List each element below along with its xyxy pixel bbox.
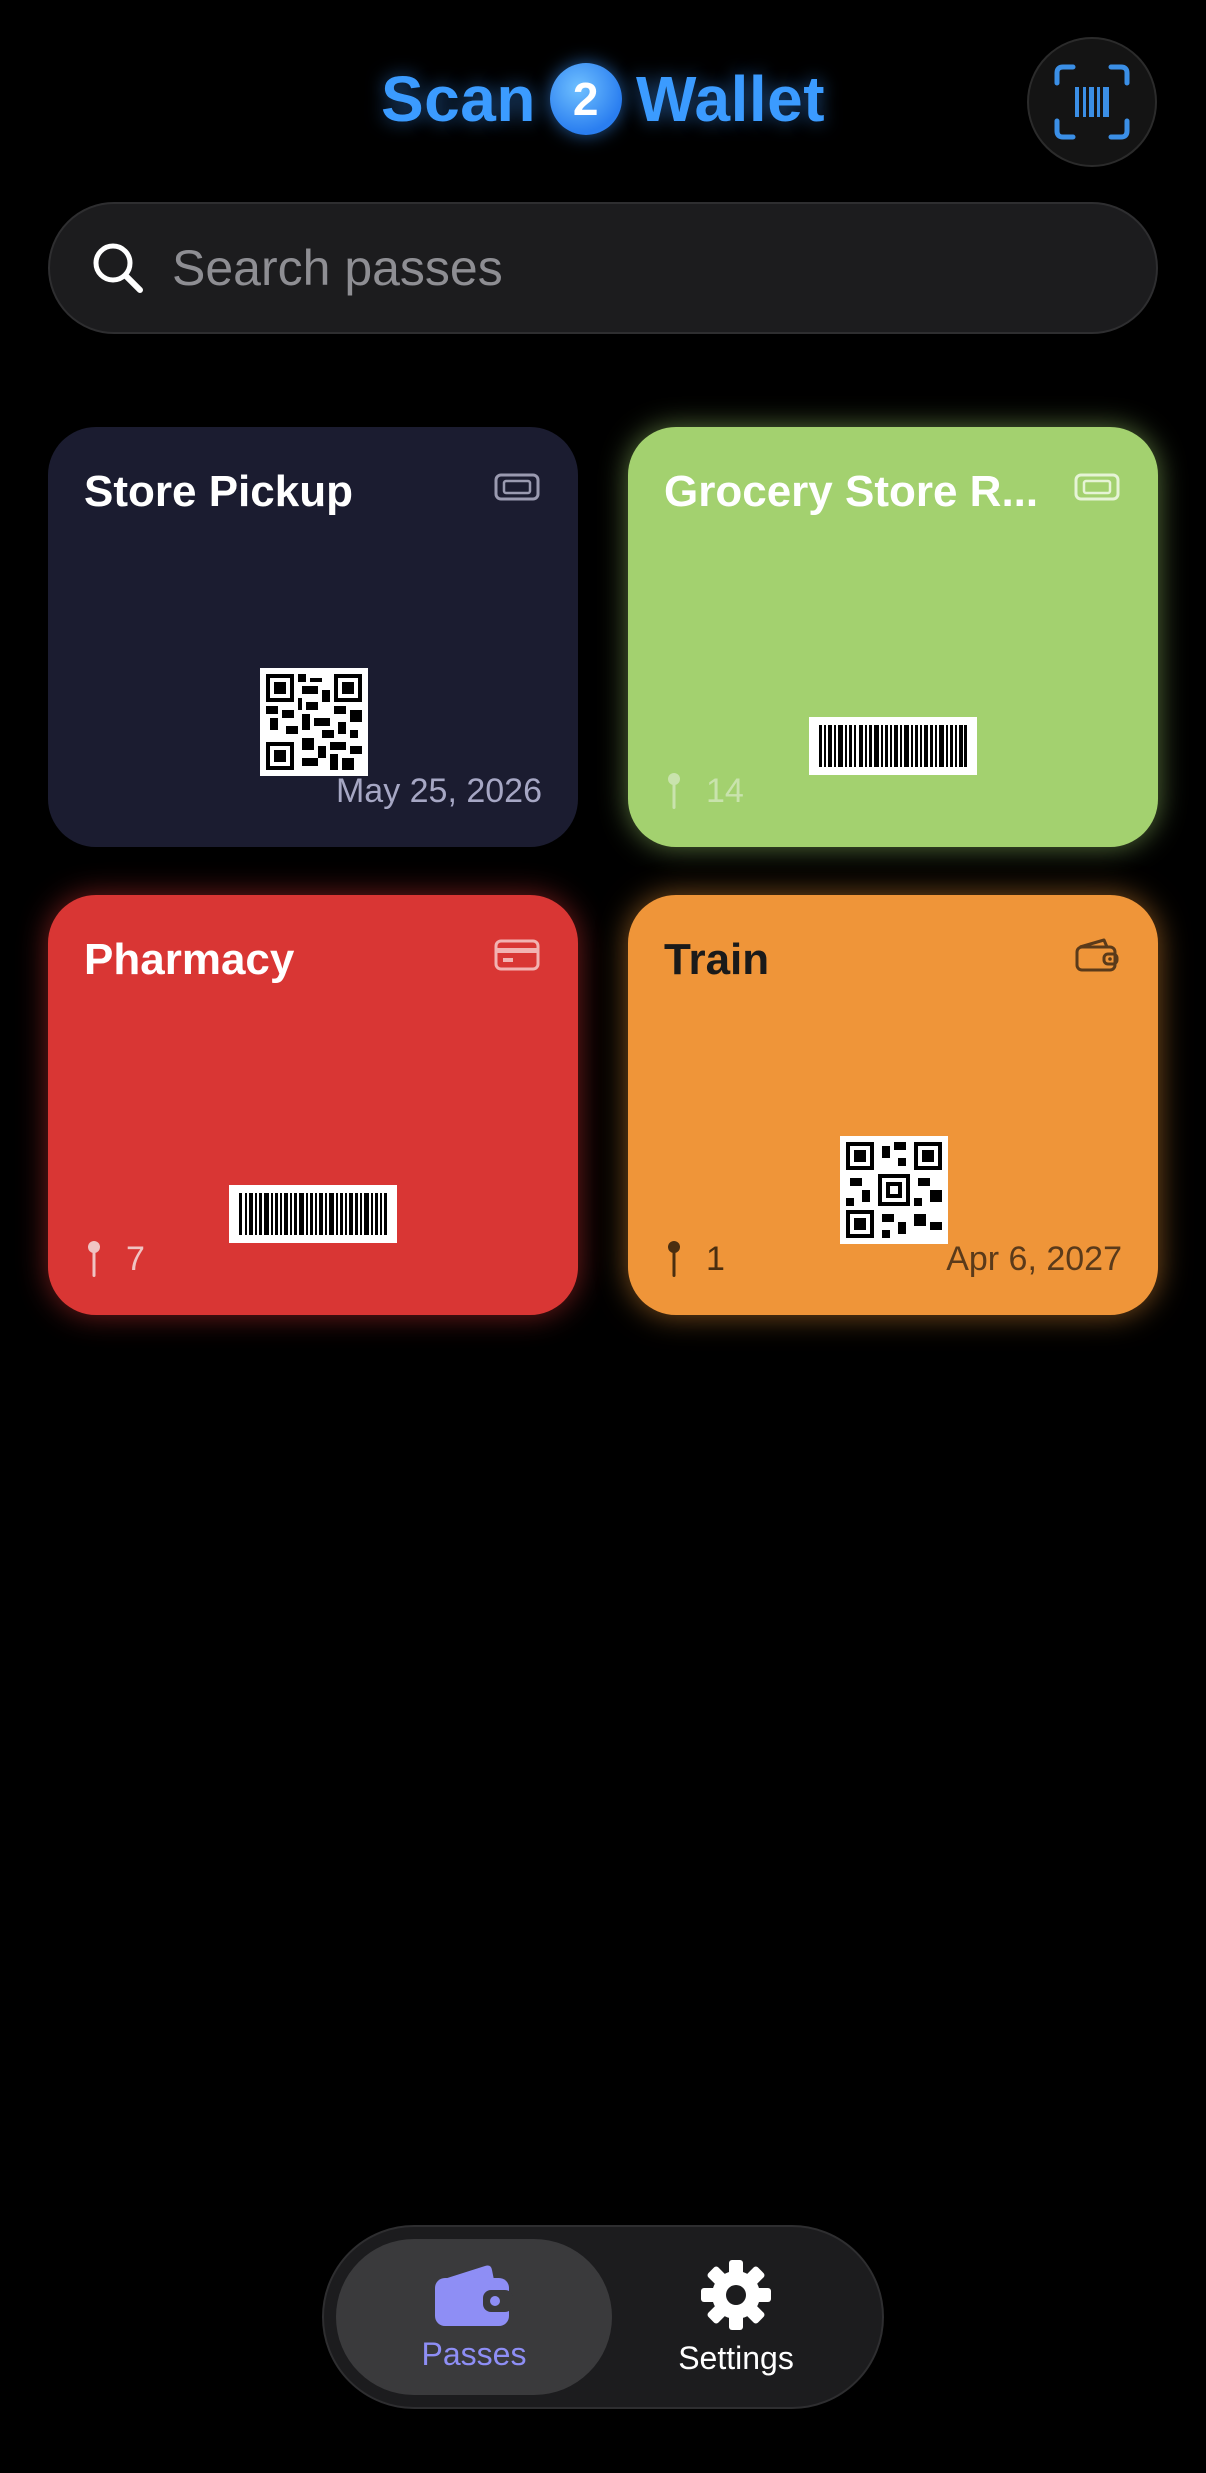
ticket-icon <box>494 473 540 501</box>
tab-settings[interactable]: Settings <box>598 2239 874 2395</box>
pass-card-pharmacy[interactable]: Pharmacy 7 <box>48 895 578 1315</box>
pin-icon <box>668 773 680 809</box>
pass-card-grocery-store[interactable]: Grocery Store R... 14 <box>628 427 1158 847</box>
pass-expiry-date: Apr 6, 2027 <box>946 1240 1122 1278</box>
pass-title: Store Pickup <box>84 467 353 516</box>
barcode <box>229 1185 397 1243</box>
pass-expiry-date: May 25, 2026 <box>335 772 542 810</box>
pass-title: Pharmacy <box>84 935 295 984</box>
pin-indicator: 7 <box>84 1239 145 1279</box>
search-icon <box>93 243 143 293</box>
tab-passes[interactable]: Passes <box>336 2239 612 2395</box>
logo-text-wallet: Wallet <box>635 63 826 135</box>
pass-card-store-pickup[interactable]: Store Pickup May 25, 2026 <box>48 427 578 847</box>
wallet-icon <box>435 2265 513 2326</box>
pass-title: Grocery Store R... <box>664 467 1039 516</box>
logo-badge: 2 <box>549 63 622 135</box>
tab-settings-label: Settings <box>678 2339 794 2376</box>
tab-passes-label: Passes <box>421 2335 527 2372</box>
bottom-tab-bar: Passes Settings <box>322 2225 884 2409</box>
pin-indicator: 1 <box>664 1239 725 1279</box>
search-input[interactable] <box>172 239 1072 297</box>
gear-icon <box>701 2259 771 2330</box>
pin-count: 14 <box>706 771 744 810</box>
barcode-scan-icon <box>1054 64 1130 140</box>
pass-card-train[interactable]: Train 1 Apr 6, 2027 <box>628 895 1158 1315</box>
pin-count: 1 <box>706 1239 725 1278</box>
ticket-icon <box>1074 473 1120 501</box>
barcode <box>809 717 977 775</box>
qr-code <box>260 668 368 776</box>
credit-card-icon <box>494 939 540 971</box>
app-logo: Scan 2 Wallet <box>0 62 1206 136</box>
wallet-icon <box>1075 938 1119 972</box>
scan-barcode-button[interactable] <box>1027 37 1157 167</box>
pin-count: 7 <box>126 1239 145 1278</box>
pin-icon <box>88 1241 100 1277</box>
pin-icon <box>668 1241 680 1277</box>
header: Scan 2 Wallet <box>0 0 1206 200</box>
logo-text-scan: Scan <box>380 63 536 135</box>
search-bar[interactable] <box>48 202 1158 334</box>
pin-indicator: 14 <box>664 771 744 811</box>
pass-title: Train <box>664 935 770 984</box>
qr-code <box>840 1136 948 1244</box>
